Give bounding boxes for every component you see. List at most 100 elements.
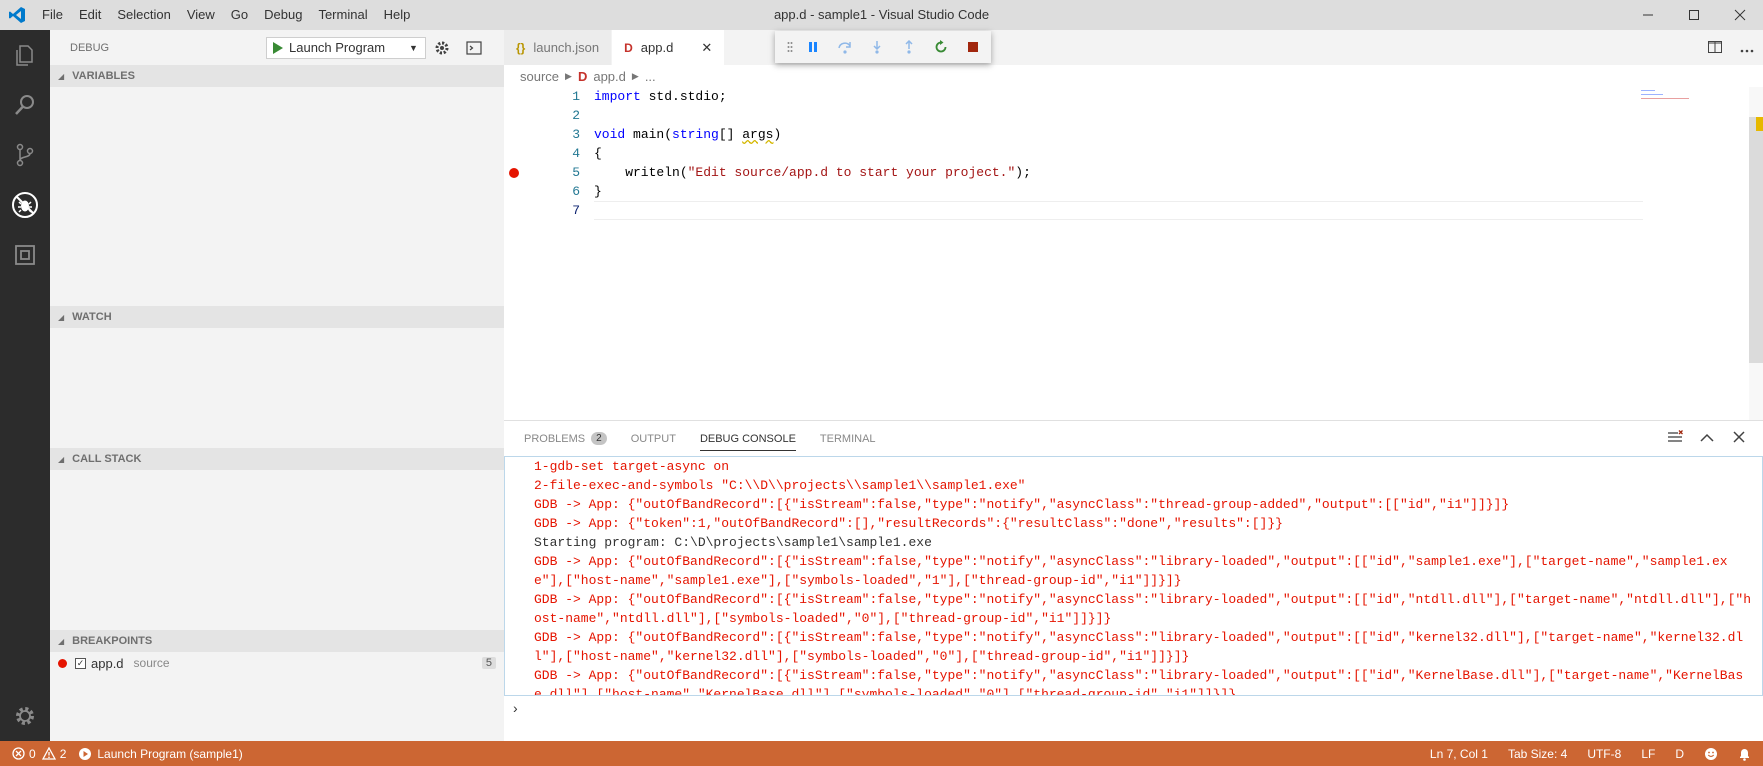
menu-view[interactable]: View xyxy=(179,0,223,30)
collapse-triangle-icon: ◢ xyxy=(58,454,65,464)
breakpoint-enabled-checkbox[interactable]: ✓ xyxy=(75,657,86,669)
source-control-button[interactable] xyxy=(0,130,50,180)
glyph-margin[interactable] xyxy=(504,201,546,220)
notifications-button[interactable] xyxy=(1738,747,1751,761)
collapse-triangle-icon: ◢ xyxy=(58,312,65,322)
maximize-panel-button[interactable] xyxy=(1691,430,1723,447)
scrollbar-thumb[interactable] xyxy=(1749,117,1763,363)
close-window-button[interactable] xyxy=(1717,0,1763,30)
debug-console-output[interactable]: 1-gdb-set target-async on 2-file-exec-and… xyxy=(504,456,1763,696)
editor-scrollbar[interactable] xyxy=(1749,87,1763,420)
menu-go[interactable]: Go xyxy=(223,0,256,30)
watch-section-header[interactable]: ◢ WATCH xyxy=(50,306,504,328)
start-debugging-button[interactable] xyxy=(267,38,289,58)
restart-button[interactable] xyxy=(925,33,957,61)
launch-config-label: Launch Program xyxy=(289,40,386,55)
tab-label: TERMINAL xyxy=(819,432,876,445)
breakpoint-item[interactable]: ✓ app.d source 5 xyxy=(50,652,504,674)
menu-bar: File Edit Selection View Go Debug Termin… xyxy=(34,0,418,30)
maximize-button[interactable] xyxy=(1671,0,1717,30)
maximize-icon xyxy=(1689,10,1699,20)
console-icon xyxy=(466,40,482,55)
glyph-margin[interactable] xyxy=(504,182,546,201)
tab-size[interactable]: Tab Size: 4 xyxy=(1508,747,1567,761)
manage-button[interactable] xyxy=(0,691,50,741)
console-line: GDB -> App: {"outOfBandRecord":[{"isStre… xyxy=(534,497,1510,512)
tab-app-d[interactable]: D app.d ✕ xyxy=(612,30,726,65)
stop-button[interactable] xyxy=(957,33,989,61)
breadcrumb-file[interactable]: app.d xyxy=(593,69,626,84)
glyph-margin[interactable] xyxy=(504,144,546,163)
breakpoint-icon[interactable] xyxy=(509,168,519,178)
debug-toolbar-drag-handle[interactable] xyxy=(783,33,797,61)
debug-button[interactable] xyxy=(0,180,50,230)
tab-debug-console[interactable]: DEBUG CONSOLE xyxy=(699,427,796,451)
language-mode[interactable]: D xyxy=(1675,747,1684,761)
minimize-button[interactable] xyxy=(1625,0,1671,30)
line-number: 2 xyxy=(572,108,580,123)
breakpoints-section-title: BREAKPOINTS xyxy=(72,635,153,647)
variables-section-header[interactable]: ◢ VARIABLES xyxy=(50,65,504,87)
debug-sidebar: DEBUG Launch Program ▼ ◢ VARIABLES ◢ WAT… xyxy=(50,30,504,741)
call-stack-section-title: CALL STACK xyxy=(72,453,142,465)
d-file-icon: D xyxy=(577,68,588,84)
debug-console-input[interactable]: › xyxy=(504,696,1763,720)
tab-problems[interactable]: PROBLEMS 2 xyxy=(524,421,607,456)
debug-console-toggle-button[interactable] xyxy=(458,30,490,65)
split-editor-button[interactable] xyxy=(1699,40,1731,56)
line-ending[interactable]: LF xyxy=(1641,747,1655,761)
debug-toolbar xyxy=(775,31,991,63)
pause-button[interactable] xyxy=(797,33,829,61)
code-editor[interactable]: 1 import std.stdio; 2 3 void main(string… xyxy=(504,87,1763,220)
gear-icon xyxy=(435,41,449,54)
breadcrumb-symbol[interactable]: ... xyxy=(645,69,656,84)
minimap[interactable] xyxy=(1639,87,1749,117)
menu-debug[interactable]: Debug xyxy=(256,0,310,30)
menu-edit[interactable]: Edit xyxy=(71,0,109,30)
menu-selection[interactable]: Selection xyxy=(109,0,178,30)
step-into-button[interactable] xyxy=(861,33,893,61)
step-into-icon xyxy=(873,41,881,54)
breadcrumb-folder[interactable]: source xyxy=(520,69,559,84)
glyph-margin[interactable] xyxy=(504,163,546,182)
menu-terminal[interactable]: Terminal xyxy=(310,0,375,30)
console-line: GDB -> App: {"outOfBandRecord":[{"isStre… xyxy=(534,592,1751,626)
search-button[interactable] xyxy=(0,80,50,130)
breakpoints-section-header[interactable]: ◢ BREAKPOINTS xyxy=(50,630,504,652)
menu-file[interactable]: File xyxy=(34,0,71,30)
stop-icon xyxy=(968,42,978,52)
explorer-button[interactable] xyxy=(0,30,50,80)
menu-help[interactable]: Help xyxy=(376,0,419,30)
glyph-margin[interactable] xyxy=(504,87,546,106)
minimap-preview-icon xyxy=(1641,90,1689,99)
console-line: 2-file-exec-and-symbols "C:\\D\\projects… xyxy=(534,478,1026,493)
source-control-icon xyxy=(16,143,34,167)
tab-terminal[interactable]: TERMINAL xyxy=(820,421,876,456)
close-panel-button[interactable] xyxy=(1723,430,1755,447)
glyph-margin[interactable] xyxy=(504,106,546,125)
problems-status[interactable]: 0 2 xyxy=(12,747,66,761)
cursor-position[interactable]: Ln 7, Col 1 xyxy=(1430,747,1488,761)
variables-section-title: VARIABLES xyxy=(72,70,135,82)
extensions-button[interactable] xyxy=(0,230,50,280)
glyph-margin[interactable] xyxy=(504,125,546,144)
extensions-icon xyxy=(15,245,35,265)
close-tab-icon[interactable]: ✕ xyxy=(701,40,712,56)
step-out-button[interactable] xyxy=(893,33,925,61)
encoding[interactable]: UTF-8 xyxy=(1587,747,1621,761)
call-stack-section-header[interactable]: ◢ CALL STACK xyxy=(50,448,504,470)
feedback-button[interactable] xyxy=(1704,747,1718,761)
clear-console-button[interactable] xyxy=(1659,429,1691,448)
play-icon xyxy=(273,41,283,54)
line-number: 3 xyxy=(572,127,580,142)
tab-output[interactable]: OUTPUT xyxy=(631,421,676,456)
sidebar-header: DEBUG Launch Program ▼ xyxy=(50,30,504,65)
more-actions-button[interactable] xyxy=(1731,40,1763,56)
launch-config-select[interactable]: Launch Program ▼ xyxy=(266,36,426,59)
tab-launch-json[interactable]: {} launch.json xyxy=(504,30,613,65)
open-launch-json-button[interactable] xyxy=(426,30,458,65)
step-over-button[interactable] xyxy=(829,33,861,61)
debug-session-status[interactable]: Launch Program (sample1) xyxy=(78,747,243,761)
split-editor-icon xyxy=(1708,40,1722,53)
chevron-down-icon: ▼ xyxy=(409,42,418,53)
